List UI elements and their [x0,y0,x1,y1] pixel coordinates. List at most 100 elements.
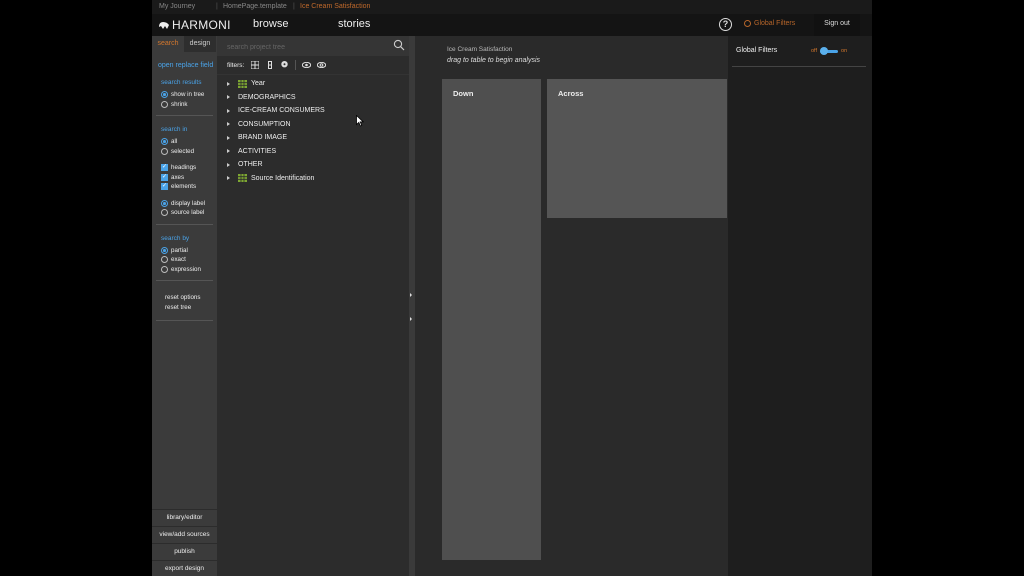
option-label: elements [171,183,197,191]
nav-stories[interactable]: stories [338,18,370,30]
tree-node-other[interactable]: OTHER [217,158,409,172]
global-filters-title: Global Filters [736,47,778,54]
tree-node-year[interactable]: Year [217,77,409,91]
tree-filters-bar: filters: [217,56,409,75]
checkmark-icon: ✓ [161,183,168,191]
expand-arrow-icon[interactable] [227,162,230,167]
filter-separator [295,60,297,70]
tree-node-ice-cream-consumers[interactable]: ICE-CREAM CONSUMERS [217,104,409,118]
search-by-title: search by [161,234,190,242]
global-filters-toggle[interactable]: off on [811,47,848,55]
hide-eye-icon[interactable] [317,61,327,70]
panel-tabs: search design [152,36,217,52]
search-in-group: search in all selected ✓ headings ✓ axes ✓… [156,126,213,225]
option-label: axes [171,173,185,181]
tree-node-label: ICE-CREAM CONSUMERS [238,107,325,115]
radio-expression[interactable]: expression [161,265,213,275]
grid-filter-icon[interactable] [250,61,259,70]
breadcrumb-my-journey[interactable]: My Journey [159,3,195,10]
tree-node-label: ACTIVITIES [238,147,277,155]
option-label: shrink [171,100,188,108]
top-navigation: HARMONI browse stories ? Global Filters [152,14,872,36]
expand-arrow-icon[interactable] [227,135,230,140]
analysis-title: Ice Cream Satisfaction [447,46,513,53]
reset-tree-link[interactable]: reset tree [165,303,213,313]
radio-partial[interactable]: partial [161,246,213,256]
tree-node-demographics[interactable]: DEMOGRAPHICS [217,91,409,105]
radio-shrink[interactable]: shrink [161,100,213,110]
option-label: source label [171,209,205,217]
open-replace-field-link[interactable]: open replace field [158,62,217,69]
table-icon [238,174,247,183]
breadcrumb-homepage-template[interactable]: HomePage.template [223,3,287,10]
export-design-button[interactable]: export design [152,560,217,576]
expand-arrow-icon[interactable] [410,317,412,321]
reset-options-link[interactable]: reset options [165,293,213,303]
tree-node-consumption[interactable]: CONSUMPTION [217,118,409,132]
radio-display-label[interactable]: display label [161,199,213,209]
harmoni-logo[interactable]: HARMONI [158,18,231,32]
tree-node-source-identification[interactable]: Source Identification [217,172,409,186]
toggle-track[interactable] [820,47,839,55]
toggle-on-label: on [841,48,848,54]
down-drop-zone[interactable]: Down [442,79,541,560]
view-add-sources-button[interactable]: view/add sources [152,526,217,543]
tree-node-label: Source Identification [251,174,315,182]
tab-search[interactable]: search [152,36,184,52]
collapse-arrow-icon[interactable] [410,293,412,297]
harmoni-app: My Journey | HomePage.template | Ice Cre… [152,0,872,576]
option-label: display label [171,199,206,207]
expand-arrow-icon[interactable] [227,176,230,181]
radio-all[interactable]: all [161,137,213,147]
radio-empty-icon [161,147,168,155]
across-drop-zone[interactable]: Across [547,79,727,218]
expand-arrow-icon[interactable] [227,81,230,86]
library-editor-button[interactable]: library/editor [152,509,217,526]
option-label: partial [171,246,188,254]
reset-group: reset options reset tree [156,293,213,321]
tree-node-brand-image[interactable]: BRAND IMAGE [217,131,409,145]
radio-show-in-tree[interactable]: show in tree [161,90,213,100]
logo-text: HARMONI [172,18,231,32]
radio-source-label[interactable]: source label [161,208,213,218]
nav-browse[interactable]: browse [253,18,288,30]
search-results-title: search results [161,79,202,86]
search-icon[interactable] [393,39,405,51]
tree-node-label: OTHER [238,161,263,169]
list-filter-icon[interactable] [265,61,274,70]
breadcrumb-separator: | [216,3,218,10]
checkbox-axes[interactable]: ✓ axes [161,173,213,183]
across-label: Across [558,89,584,98]
checkbox-elements[interactable]: ✓ elements [161,182,213,192]
sign-out-button[interactable]: Sign out [814,14,860,36]
option-label: show in tree [171,91,205,99]
filters-label: filters: [227,61,245,69]
radio-empty-icon [161,265,168,273]
tab-design[interactable]: design [184,36,216,52]
help-question-icon[interactable]: ? [719,18,732,31]
search-in-title: search in [161,126,188,133]
expand-arrow-icon[interactable] [227,95,230,100]
search-results-group: search results show in tree shrink [156,79,213,116]
show-eye-icon[interactable] [302,61,312,70]
tree-search-input[interactable] [225,40,389,54]
radio-exact[interactable]: exact [161,255,213,265]
global-filters-link-label: Global Filters [754,20,796,27]
checkbox-headings[interactable]: ✓ headings [161,163,213,173]
publish-button[interactable]: publish [152,543,217,560]
down-label: Down [453,89,474,98]
project-tree: Year DEMOGRAPHICS ICE-CREAM CONSUMERS CO… [217,77,409,185]
expand-arrow-icon[interactable] [227,108,230,113]
radio-empty-icon [161,256,168,264]
expand-arrow-icon[interactable] [227,122,230,127]
pin-filter-icon[interactable] [280,60,289,70]
expand-arrow-icon[interactable] [227,149,230,154]
checkmark-icon: ✓ [161,173,168,181]
radio-selected[interactable]: selected [161,147,213,157]
tree-node-label: Year [251,80,266,88]
global-filters-link[interactable]: Global Filters [744,20,795,27]
toggle-knob[interactable] [820,47,829,55]
tree-node-activities[interactable]: ACTIVITIES [217,145,409,159]
breadcrumb-ice-cream[interactable]: Ice Cream Satisfaction [300,3,370,10]
